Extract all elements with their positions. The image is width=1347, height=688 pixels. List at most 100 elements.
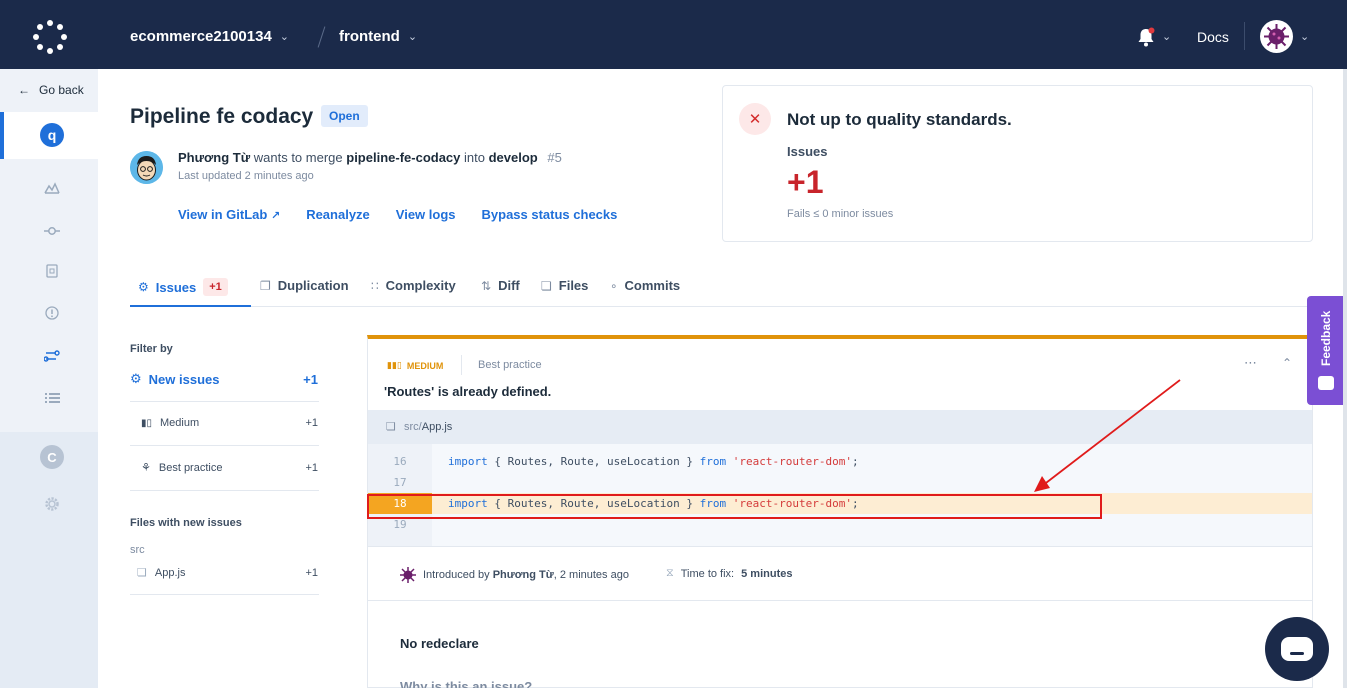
time-to-fix-value: 5 minutes xyxy=(741,567,793,580)
line-number: 19 xyxy=(393,518,407,531)
coverage-product-icon[interactable]: C xyxy=(40,445,64,469)
user-avatar[interactable] xyxy=(1260,20,1293,53)
feedback-tab[interactable]: Feedback xyxy=(1307,296,1345,405)
introduced-prefix: Introduced by xyxy=(423,569,490,581)
filter-best-practice[interactable]: ⚘ Best practice +1 xyxy=(141,461,318,475)
organization-name: ecommerce2100134 xyxy=(130,28,272,45)
line-number: 17 xyxy=(393,476,407,489)
files-with-new-issues-heading: Files with new issues xyxy=(130,517,242,529)
repository-selector[interactable]: frontend ⌄ xyxy=(339,28,417,45)
file-dir: src/ xyxy=(404,421,422,433)
divider xyxy=(130,594,319,595)
code-text: import { Routes, Route, useLocation } fr… xyxy=(448,455,859,468)
divider xyxy=(130,490,319,491)
line-number: 16 xyxy=(393,455,407,468)
bypass-status-checks-button[interactable]: Bypass status checks xyxy=(482,207,618,222)
filter-by-heading: Filter by xyxy=(130,343,173,355)
chevron-down-icon: ⌄ xyxy=(407,31,418,43)
introduced-text: Introduced by Phương Từ, 2 minutes ago xyxy=(423,569,629,581)
arrow-left-icon: ← xyxy=(18,83,30,97)
tab-complexity[interactable]: ∷ Complexity xyxy=(371,278,456,293)
tab-diff[interactable]: ⇅ Diff xyxy=(481,278,520,293)
tab-files[interactable]: ❏ Files xyxy=(541,278,588,293)
target-branch: develop xyxy=(488,150,538,165)
filter-medium-label: Medium xyxy=(160,417,200,429)
list-icon[interactable] xyxy=(43,389,61,407)
issue-message: 'Routes' is already defined. xyxy=(384,384,552,399)
quality-product-icon[interactable]: q xyxy=(40,123,64,147)
file-icon: ❏ xyxy=(386,421,396,433)
filter-medium[interactable]: ▮▯ Medium +1 xyxy=(141,417,318,429)
issue-meta: Introduced by Phương Từ, 2 minutes ago ⧖… xyxy=(368,546,1312,601)
files-icon[interactable] xyxy=(43,262,61,280)
feedback-face-icon xyxy=(1318,376,1334,390)
filter-best-practice-label: Best practice xyxy=(158,461,223,474)
pull-requests-icon[interactable] xyxy=(43,347,61,365)
last-updated: Last updated 2 minutes ago xyxy=(178,170,314,182)
chat-bubble-icon xyxy=(1281,637,1313,661)
dashboard-chart-icon[interactable] xyxy=(43,179,61,197)
issues-delta: +1 xyxy=(787,164,824,200)
notifications-bell-icon[interactable] xyxy=(1137,27,1155,47)
active-tab-indicator xyxy=(130,305,251,307)
code-keyword: import xyxy=(448,455,488,468)
more-options-icon[interactable]: ⋯ xyxy=(1244,355,1257,371)
tab-issues[interactable]: ⚙ Issues +1 xyxy=(138,278,228,296)
reanalyze-button[interactable]: Reanalyze xyxy=(306,207,370,222)
file-path[interactable]: src/App.js xyxy=(404,421,452,433)
view-in-gitlab-link[interactable]: View in GitLab ↗ xyxy=(178,207,280,222)
view-logs-button[interactable]: View logs xyxy=(396,207,456,222)
why-heading[interactable]: Why is this an issue? xyxy=(400,679,532,688)
new-issues-label: New issues xyxy=(148,371,220,387)
filter-new-issues[interactable]: ⚙ New issues +1 xyxy=(130,371,318,387)
organization-selector[interactable]: ecommerce2100134 ⌄ xyxy=(130,28,289,45)
into-text: into xyxy=(464,150,485,165)
chevron-down-icon[interactable]: ⌄ xyxy=(1300,30,1309,43)
chevron-up-icon[interactable]: ⌃ xyxy=(1282,356,1292,370)
severity-bars-icon: ▮▮▯ xyxy=(387,360,402,370)
feedback-label: Feedback xyxy=(1319,310,1333,366)
pr-number: #5 xyxy=(547,150,562,165)
bug-icon: ⚙ xyxy=(130,371,142,386)
chat-launcher-button[interactable] xyxy=(1265,617,1329,681)
duplicate-icon: ❐ xyxy=(260,278,271,293)
tab-diff-label: Diff xyxy=(498,278,520,293)
sidebar-lower-section xyxy=(0,432,98,688)
tab-issues-label: Issues xyxy=(155,279,197,295)
annotation-highlight-box xyxy=(367,494,1102,519)
chevron-down-icon[interactable]: ⌄ xyxy=(1162,30,1171,43)
divider xyxy=(1244,22,1245,50)
severity-label: ▮▮▯ MEDIUM xyxy=(387,360,443,371)
new-issues-count: +1 xyxy=(303,371,318,387)
pattern-title: No redeclare xyxy=(400,636,479,651)
bug-icon: ⚙ xyxy=(138,280,149,294)
go-back-label: Go back xyxy=(39,83,84,97)
filter-file-app-js[interactable]: ❏ App.js +1 xyxy=(137,566,318,580)
file-count: +1 xyxy=(305,566,318,579)
severity-text: MEDIUM xyxy=(406,360,444,371)
severity-bars-icon: ▮▯ xyxy=(141,417,153,429)
author-avatar xyxy=(130,151,163,184)
folder-label: src xyxy=(130,544,145,556)
grid-dots-icon: ∷ xyxy=(371,278,379,293)
settings-gear-icon[interactable] xyxy=(43,495,61,513)
docs-link[interactable]: Docs xyxy=(1197,29,1229,45)
issues-alert-icon[interactable] xyxy=(43,304,61,322)
diff-icon: ⇅ xyxy=(481,278,492,293)
author-name: Phương Từ xyxy=(178,150,251,165)
commits-icon[interactable] xyxy=(43,222,61,240)
repository-name: frontend xyxy=(339,28,400,45)
filter-best-practice-count: +1 xyxy=(305,461,318,474)
scrollbar[interactable] xyxy=(1343,69,1347,688)
tab-duplication-label: Duplication xyxy=(277,278,349,293)
codacy-logo-icon[interactable] xyxy=(33,20,67,54)
tab-duplication[interactable]: ❐ Duplication xyxy=(260,278,349,293)
tab-commits-label: Commits xyxy=(624,278,681,293)
go-back-link[interactable]: ← Go back xyxy=(18,83,84,97)
ribbon-icon: ⚘ xyxy=(141,462,151,474)
merge-text: wants to merge xyxy=(253,150,343,165)
time-to-fix: ⧖ Time to fix: 5 minutes xyxy=(666,567,792,580)
file-label: App.js xyxy=(154,566,186,579)
close-x-icon: ✕ xyxy=(739,103,771,135)
tab-commits[interactable]: ∘ Commits xyxy=(610,278,680,293)
